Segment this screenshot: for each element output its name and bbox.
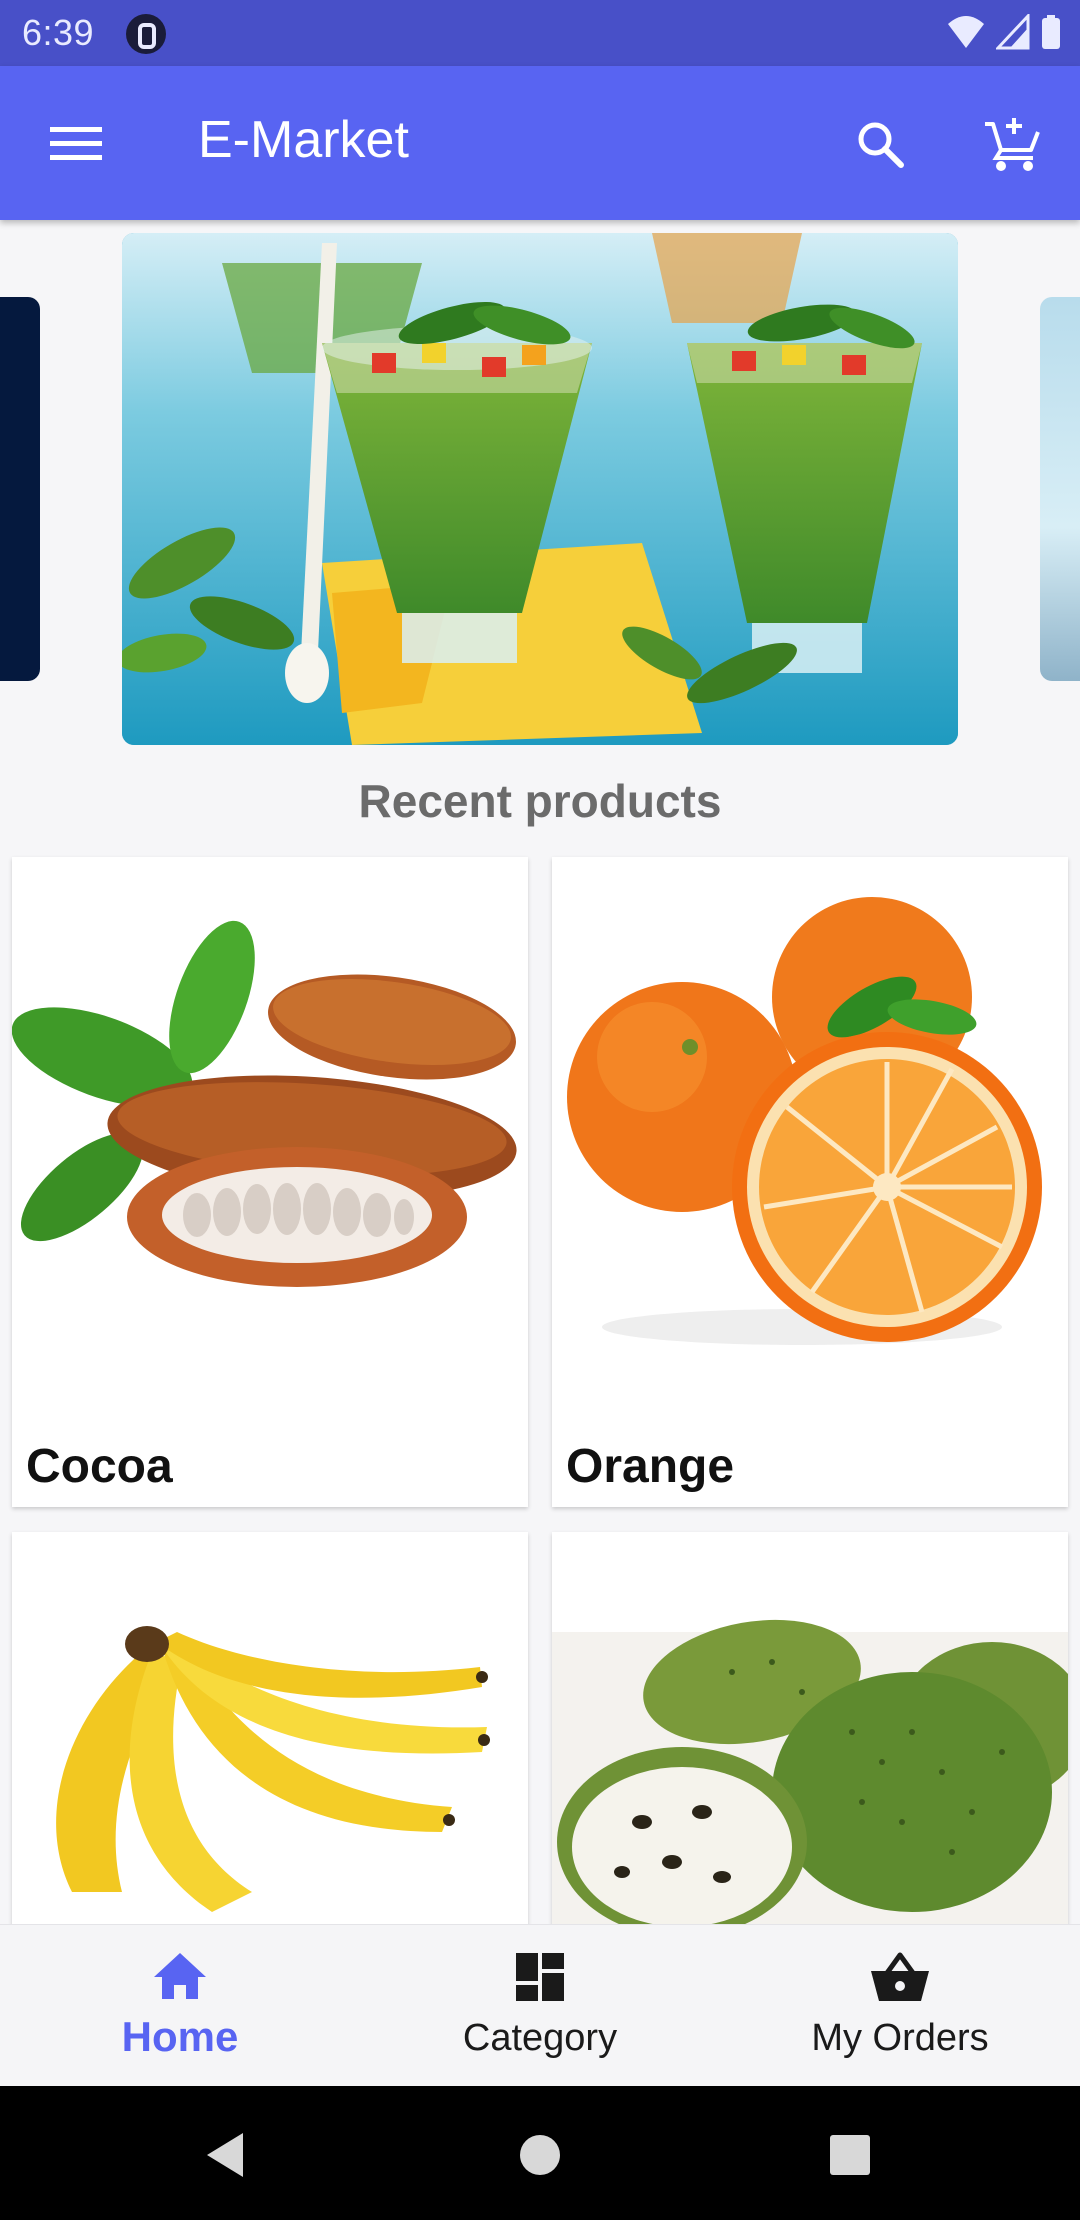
home-icon — [154, 1953, 206, 1999]
cellular-signal-icon — [996, 14, 1030, 50]
carousel-prev-slide[interactable] — [0, 297, 40, 681]
system-recents-button[interactable] — [815, 2120, 885, 2190]
product-card-banana[interactable] — [12, 1532, 528, 1932]
cart-button[interactable] — [970, 102, 1054, 186]
product-card-cocoa[interactable]: Cocoa — [12, 857, 528, 1507]
search-icon — [858, 122, 904, 168]
dashboard-icon — [516, 1953, 564, 2001]
product-image-orange — [552, 857, 1068, 1417]
product-image-soursop — [552, 1532, 1068, 1932]
recents-square-icon — [830, 2135, 870, 2175]
menu-icon — [50, 127, 102, 160]
wifi-icon — [948, 16, 984, 48]
home-circle-icon — [520, 2135, 560, 2175]
nav-label-category: Category — [462, 2017, 618, 2059]
back-triangle-icon — [207, 2133, 243, 2177]
section-title: Recent products — [358, 775, 722, 827]
notification-app-icon — [126, 14, 166, 54]
system-back-button[interactable] — [190, 2120, 260, 2190]
product-name: Orange — [566, 1440, 735, 1493]
product-image-cocoa — [12, 857, 528, 1417]
search-button[interactable] — [840, 104, 920, 184]
carousel-current-slide[interactable] — [122, 233, 958, 745]
system-home-button[interactable] — [505, 2120, 575, 2190]
nav-category[interactable]: Category — [360, 1925, 720, 2087]
app-bar: E-Market — [0, 66, 1080, 220]
nav-label-home: Home — [121, 2013, 239, 2060]
nav-my-orders[interactable]: My Orders — [720, 1925, 1080, 2087]
bottom-navigation: Home Category My Orders — [0, 1924, 1080, 2086]
carousel-next-slide[interactable] — [1040, 297, 1080, 681]
shopping-basket-icon — [871, 1952, 929, 2001]
menu-button[interactable] — [36, 112, 116, 176]
product-name: Cocoa — [26, 1440, 173, 1493]
battery-icon — [1042, 15, 1060, 49]
nav-home[interactable]: Home — [0, 1925, 360, 2087]
product-card-soursop[interactable] — [552, 1532, 1068, 1932]
banner-carousel[interactable] — [0, 233, 1080, 747]
banner-image — [122, 233, 958, 745]
app-title: E-Market — [198, 111, 409, 169]
status-time: 6:39 — [22, 12, 95, 53]
status-icons — [946, 12, 1062, 52]
product-image-banana — [12, 1532, 528, 1932]
add-shopping-cart-icon — [985, 118, 1040, 171]
system-navigation-bar — [0, 2086, 1080, 2220]
product-card-orange[interactable]: Orange — [552, 857, 1068, 1507]
nav-label-my-orders: My Orders — [811, 2017, 989, 2059]
status-bar: 6:39 — [0, 0, 1080, 66]
